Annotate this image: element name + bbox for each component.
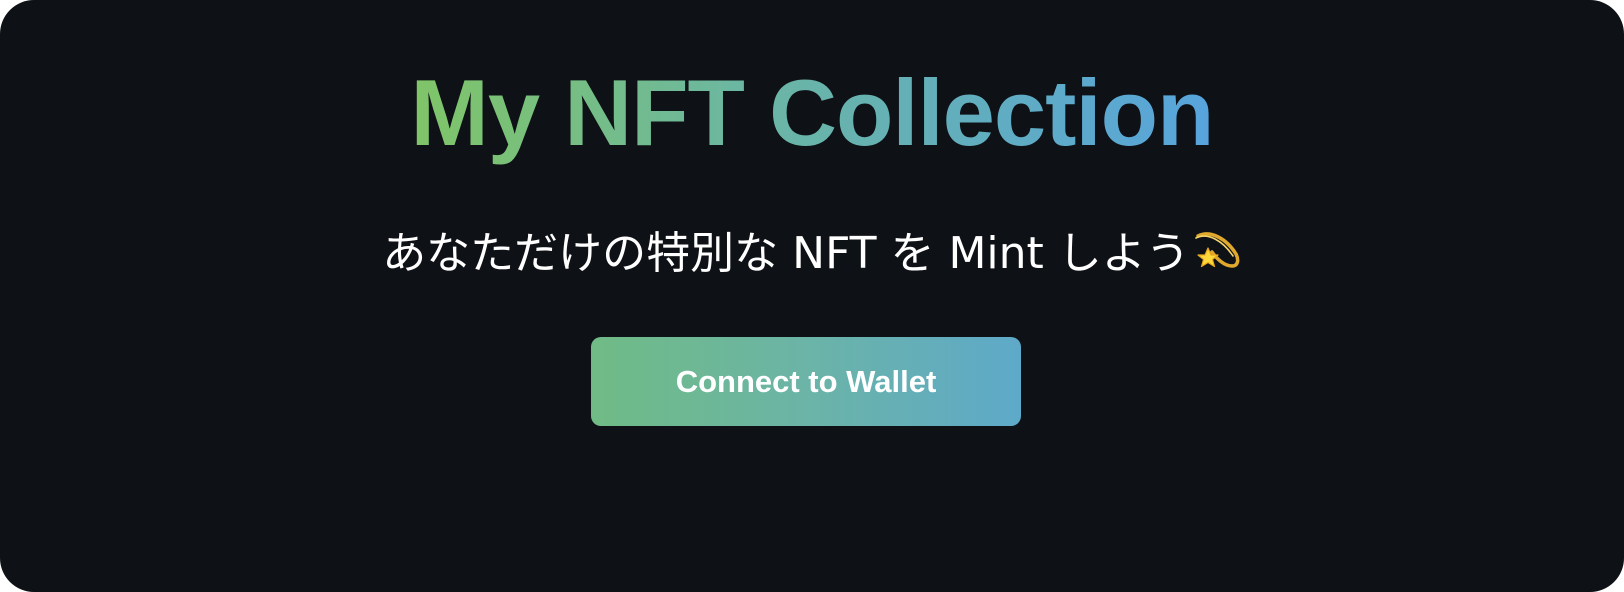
mint-card: My NFT Collection あなただけの特別な NFT を Mint し… xyxy=(0,0,1624,592)
page-title-text: My NFT Collection xyxy=(410,60,1215,165)
page-subtitle-text: あなただけの特別な NFT を Mint しよう xyxy=(382,228,1190,279)
connect-wallet-button[interactable]: Connect to Wallet xyxy=(591,337,1021,426)
page-title: My NFT Collection xyxy=(0,48,1624,178)
page-subtitle: あなただけの特別な NFT を Mint しよう xyxy=(0,224,1624,282)
dizzy-sparkle-icon xyxy=(1192,224,1242,274)
